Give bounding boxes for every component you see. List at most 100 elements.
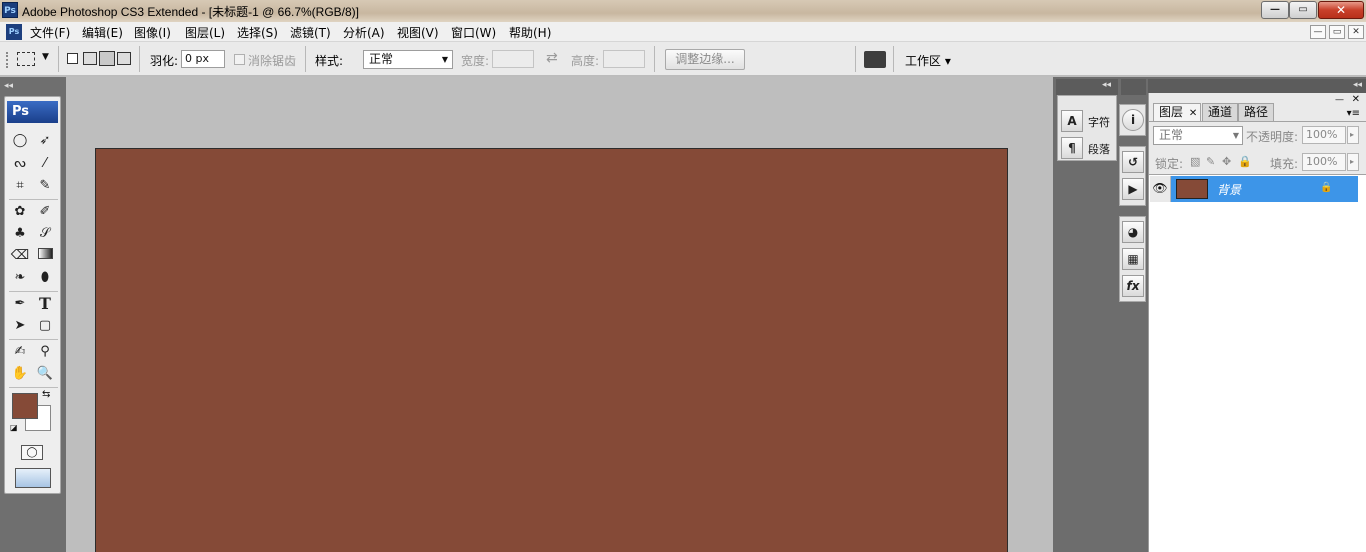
new-selection-icon[interactable]: [67, 53, 78, 64]
lock-position-icon[interactable]: ✥: [1222, 155, 1231, 168]
paragraph-icon[interactable]: ¶: [1061, 137, 1083, 159]
path-selection-tool-icon[interactable]: ➤: [9, 316, 31, 336]
character-panel-label[interactable]: 字符: [1088, 114, 1110, 130]
subtract-from-selection-icon[interactable]: [99, 51, 115, 66]
actions-icon[interactable]: ▶: [1122, 178, 1144, 200]
lasso-tool-icon[interactable]: ᔓ: [9, 154, 31, 174]
menu-filter[interactable]: 滤镜(T): [290, 24, 331, 41]
maximize-button[interactable]: ▭: [1289, 1, 1317, 19]
gradient-tool-icon[interactable]: [34, 246, 56, 266]
quick-mask-icon[interactable]: ◯: [21, 445, 43, 460]
magic-wand-tool-icon[interactable]: ⁄: [34, 154, 56, 174]
crop-tool-icon[interactable]: ⌗: [9, 176, 31, 196]
opacity-slider-arrow-icon[interactable]: ▸: [1347, 126, 1359, 144]
layer-name[interactable]: 背景: [1217, 181, 1241, 198]
height-label: 高度:: [571, 54, 600, 68]
info-icon[interactable]: i: [1122, 109, 1144, 131]
menu-analysis[interactable]: 分析(A): [343, 24, 385, 41]
menu-file[interactable]: 文件(F): [30, 24, 70, 41]
doc-close-button[interactable]: ✕: [1348, 25, 1364, 39]
screen-mode-icon[interactable]: [15, 468, 51, 488]
antialias-checkbox[interactable]: [234, 54, 245, 65]
height-input[interactable]: [603, 50, 645, 68]
swatches-grid-icon[interactable]: ▦: [1122, 248, 1144, 270]
swap-colors-icon[interactable]: ⇆: [42, 389, 50, 400]
foreground-color-swatch[interactable]: [12, 393, 38, 419]
width-input[interactable]: [492, 50, 534, 68]
menu-image[interactable]: 图像(I): [134, 24, 171, 41]
style-select-value: 正常: [369, 52, 394, 66]
panel-menu-icon[interactable]: ▾≡: [1347, 108, 1360, 119]
tab-paths[interactable]: 路径: [1238, 103, 1275, 121]
collapse-arrows-icon[interactable]: ◂◂: [1353, 80, 1362, 90]
tab-channels[interactable]: 通道: [1202, 103, 1239, 121]
slice-tool-icon[interactable]: ✎: [34, 176, 56, 196]
document-icon[interactable]: Ps: [6, 24, 22, 40]
menu-view[interactable]: 视图(V): [397, 24, 439, 41]
opacity-input[interactable]: 100%: [1302, 126, 1346, 144]
lock-all-icon[interactable]: 🔒: [1238, 155, 1252, 168]
dodge-tool-icon[interactable]: ⬮: [34, 268, 56, 288]
close-button[interactable]: ✕: [1318, 1, 1364, 19]
swatches-panel-group: ◕ ▦ fx: [1119, 216, 1146, 302]
zoom-tool-icon[interactable]: 🔍: [34, 364, 56, 384]
rectangle-tool-icon[interactable]: ▢: [34, 316, 56, 336]
collapse-arrows-icon[interactable]: ◂◂: [1102, 80, 1111, 90]
panel-minimize-icon[interactable]: —: [1335, 95, 1344, 105]
elliptical-marquee-tool-icon[interactable]: ◯: [9, 131, 31, 151]
healing-brush-tool-icon[interactable]: ✿: [9, 202, 31, 222]
history-icon[interactable]: ↺: [1122, 151, 1144, 173]
history-brush-tool-icon[interactable]: 𝒮: [34, 224, 56, 244]
notes-tool-icon[interactable]: ✍: [9, 342, 31, 362]
toolbox: Ps ◯ ➶ ᔓ ⁄ ⌗ ✎ ✿ ✐ ♣ 𝒮 ⌫ ❧ ⬮ ✒ T ➤ ▢ ✍ ⚲…: [4, 96, 61, 494]
character-icon[interactable]: A: [1061, 110, 1083, 132]
menu-edit[interactable]: 编辑(E): [82, 24, 123, 41]
menu-layer[interactable]: 图层(L): [185, 24, 225, 41]
add-to-selection-icon[interactable]: [83, 52, 97, 65]
brush-tool-icon[interactable]: ✐: [34, 202, 56, 222]
feather-input[interactable]: 0 px: [181, 50, 225, 68]
fill-input[interactable]: 100%: [1302, 153, 1346, 171]
doc-restore-button[interactable]: ▭: [1329, 25, 1345, 39]
move-tool-icon[interactable]: ➶: [34, 131, 56, 151]
panel-close-icon[interactable]: ✕: [1352, 94, 1360, 105]
clone-stamp-tool-icon[interactable]: ♣: [9, 224, 31, 244]
options-grip[interactable]: [6, 52, 8, 68]
preset-dropdown-arrow-icon[interactable]: ▼: [42, 52, 49, 62]
menu-select[interactable]: 选择(S): [237, 24, 278, 41]
eyedropper-tool-icon[interactable]: ⚲: [34, 342, 56, 362]
workspace-menu-button[interactable]: 工作区 ▾: [905, 52, 951, 69]
lock-image-icon[interactable]: ✎: [1206, 155, 1215, 168]
blur-tool-icon[interactable]: ❧: [9, 268, 31, 288]
bridge-icon[interactable]: [864, 51, 886, 68]
fill-slider-arrow-icon[interactable]: ▸: [1347, 153, 1359, 171]
intersect-selection-icon[interactable]: [117, 52, 131, 65]
marquee-preset-icon[interactable]: [17, 52, 35, 66]
menu-help[interactable]: 帮助(H): [509, 24, 551, 41]
tab-layers[interactable]: 图层 ✕: [1153, 103, 1201, 121]
default-colors-icon[interactable]: ◪: [10, 423, 18, 432]
eraser-tool-icon[interactable]: ⌫: [9, 246, 31, 266]
layer-lock-icon: 🔒: [1320, 182, 1333, 193]
lock-transparency-icon[interactable]: ▧: [1190, 155, 1200, 168]
hand-tool-icon[interactable]: ✋: [9, 364, 31, 384]
close-tab-icon[interactable]: ✕: [1189, 108, 1197, 119]
minimize-button[interactable]: —: [1261, 1, 1289, 19]
info-panel-group: i: [1119, 104, 1146, 136]
doc-minimize-button[interactable]: —: [1310, 25, 1326, 39]
visibility-eye-icon[interactable]: 👁: [1150, 176, 1171, 202]
blend-mode-select[interactable]: 正常 ▼: [1153, 126, 1243, 145]
document-canvas[interactable]: [95, 148, 1008, 552]
styles-fx-icon[interactable]: fx: [1122, 275, 1144, 297]
swap-dimensions-icon[interactable]: ⇄: [546, 50, 558, 66]
style-select[interactable]: 正常 ▼: [363, 50, 453, 69]
paragraph-panel-label[interactable]: 段落: [1088, 141, 1110, 157]
type-tool-icon[interactable]: T: [34, 294, 56, 314]
menu-window[interactable]: 窗口(W): [451, 24, 496, 41]
layer-row[interactable]: 👁 背景 🔒: [1150, 176, 1358, 202]
separator: [58, 46, 59, 72]
collapse-arrows-icon[interactable]: ◂◂: [4, 81, 13, 91]
color-palette-icon[interactable]: ◕: [1122, 221, 1144, 243]
pen-tool-icon[interactable]: ✒: [9, 294, 31, 314]
refine-edge-button[interactable]: 调整边缘...: [665, 49, 745, 70]
